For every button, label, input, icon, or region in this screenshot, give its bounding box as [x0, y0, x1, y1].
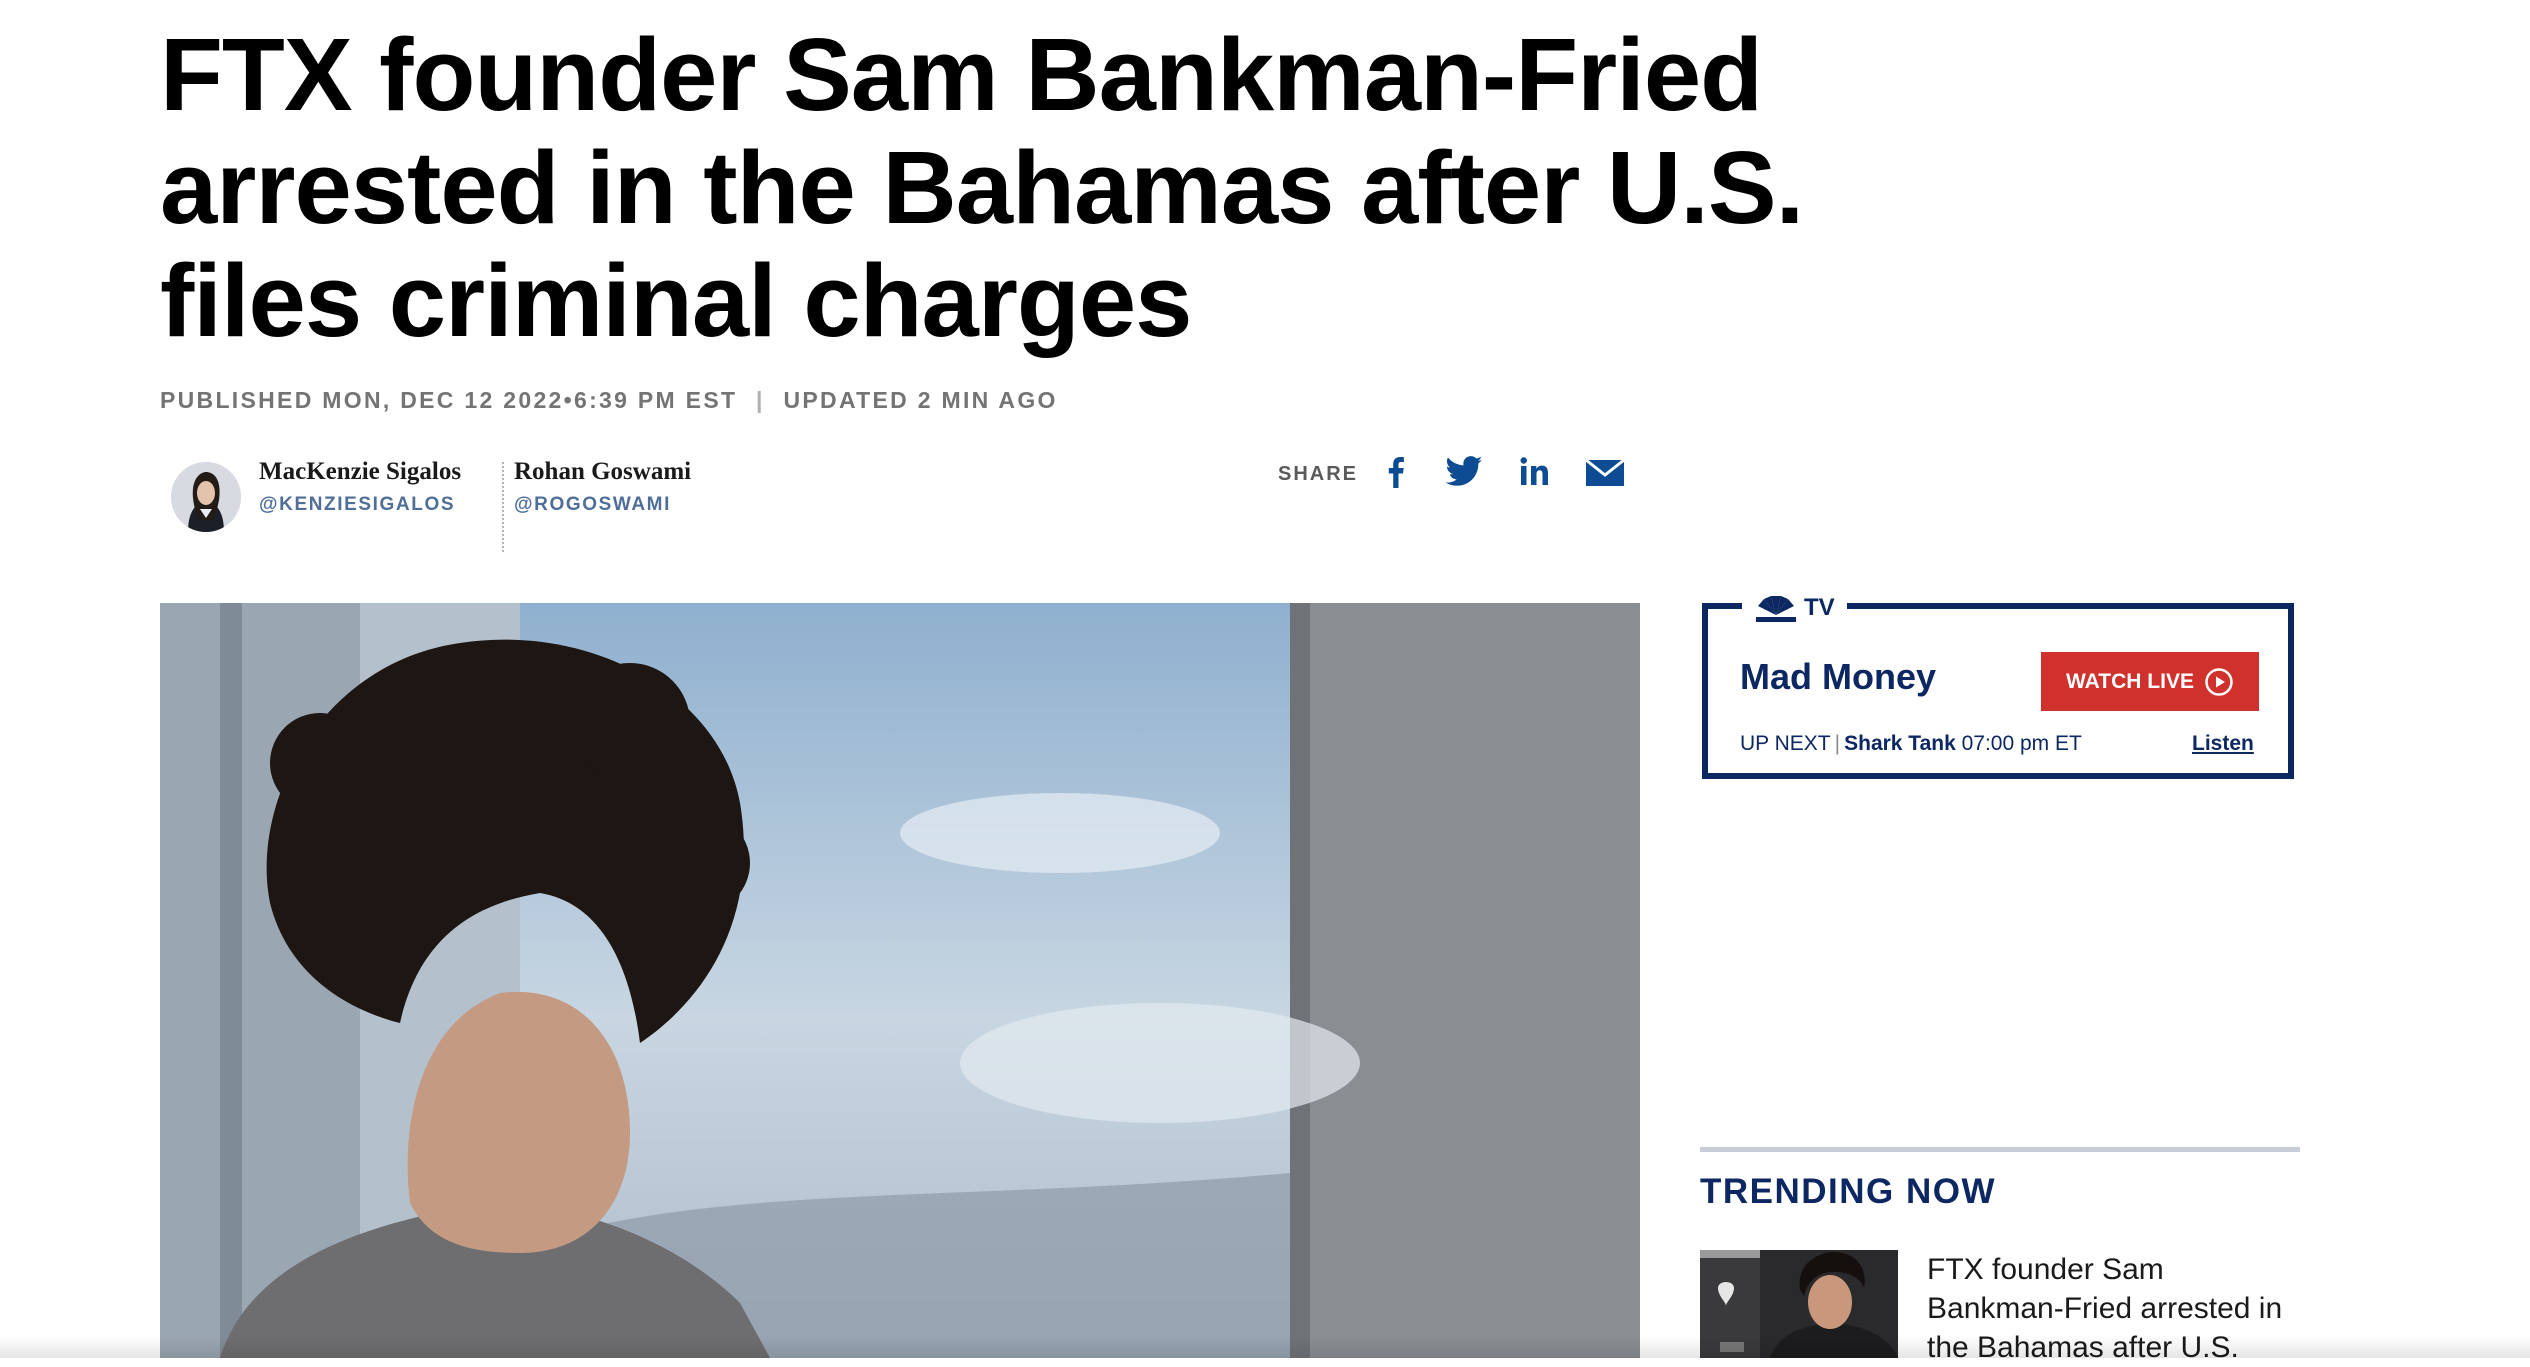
show-title[interactable]: Mad Money: [1740, 656, 1936, 698]
author-avatar[interactable]: [171, 462, 241, 532]
up-next-divider: |: [1834, 732, 1841, 755]
tv-label: TV: [1804, 594, 1835, 621]
trending-title: TRENDING NOW: [1700, 1172, 1997, 1211]
tv-brand: TV: [1742, 591, 1847, 625]
up-next-show: Shark Tank: [1844, 732, 1956, 755]
author-name[interactable]: MacKenzie Sigalos: [259, 458, 461, 486]
facebook-icon[interactable]: [1376, 452, 1416, 492]
watch-live-button[interactable]: WATCH LIVE: [2041, 652, 2259, 711]
up-next-time: 07:00 pm ET: [1961, 732, 2082, 755]
share-label: SHARE: [1278, 463, 1359, 485]
play-icon: [2205, 667, 2233, 696]
listen-link[interactable]: Listen: [2192, 732, 2254, 756]
article-headline: FTX founder Sam Bankman-Fried arrested i…: [160, 17, 1804, 358]
author-handle[interactable]: @KENZIESIGALOS: [259, 494, 461, 516]
email-icon[interactable]: [1584, 452, 1626, 492]
up-next-label: UP NEXT: [1740, 732, 1831, 755]
author-name[interactable]: Rohan Goswami: [514, 458, 691, 486]
article-timestamp: PUBLISHED MON, DEC 12 2022•6:39 PM EST |…: [160, 387, 1058, 414]
published-time: PUBLISHED MON, DEC 12 2022•6:39 PM EST: [160, 387, 738, 413]
author-2: Rohan Goswami @ROGOSWAMI: [514, 458, 691, 516]
timestamp-separator: |: [756, 387, 765, 413]
twitter-icon[interactable]: [1444, 452, 1484, 492]
author-divider: [502, 462, 504, 552]
hero-image[interactable]: [160, 603, 1640, 1358]
updated-time: UPDATED 2 MIN AGO: [783, 387, 1058, 413]
author-1: MacKenzie Sigalos @KENZIESIGALOS: [259, 458, 461, 516]
page-bottom-shadow: [0, 1336, 2530, 1358]
linkedin-icon[interactable]: [1514, 452, 1554, 492]
trending-divider: [1700, 1147, 2300, 1152]
author-handle[interactable]: @ROGOSWAMI: [514, 494, 691, 516]
peacock-logo-icon: [1756, 596, 1796, 622]
watch-live-label: WATCH LIVE: [2066, 669, 2194, 693]
up-next: UP NEXT | Shark Tank 07:00 pm ET: [1740, 732, 2082, 756]
